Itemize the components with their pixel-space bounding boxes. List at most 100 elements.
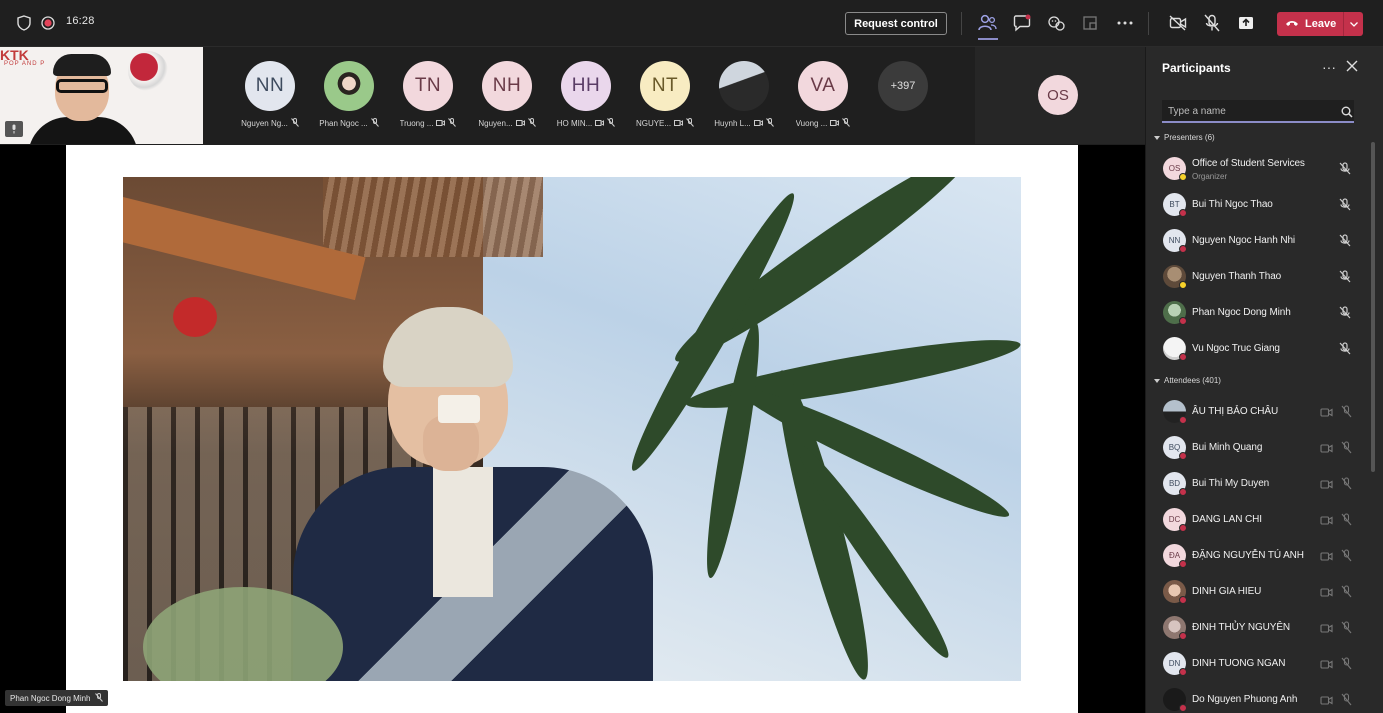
participant-tile[interactable]: HH HO MIN... — [553, 61, 619, 131]
reactions-icon[interactable] — [1044, 11, 1068, 35]
participant-row[interactable]: Nguyen Thanh Thao — [1146, 260, 1370, 294]
participant-row[interactable]: OS Office of Student Services Organizer — [1146, 152, 1370, 186]
panel-scrollbar[interactable] — [1371, 142, 1375, 472]
participant-name: ĐẶNG NGUYỄN TÚ ANH — [1192, 550, 1304, 561]
close-icon[interactable] — [1346, 59, 1360, 73]
participant-name: ĐINH THỦY NGUYÊN — [1192, 622, 1291, 633]
shield-icon[interactable] — [14, 13, 34, 33]
participant-row[interactable]: BT Bui Thi Ngoc Thao — [1146, 188, 1370, 222]
mic-off-icon[interactable] — [1200, 11, 1224, 35]
microphone — [438, 395, 480, 423]
participant-row[interactable]: ĐA ĐẶNG NGUYỄN TÚ ANH — [1146, 539, 1370, 573]
participants-icon[interactable] — [975, 11, 999, 35]
participant-row[interactable]: BD Bui Thi My Duyen — [1146, 467, 1370, 501]
mic-off-icon — [370, 118, 379, 129]
organizer-tile[interactable]: OS — [975, 47, 1145, 144]
avatar — [1163, 580, 1187, 604]
participant-name: Truong ... — [399, 119, 434, 128]
participant-row[interactable]: Do Nguyen Phuong Anh — [1146, 683, 1370, 713]
camera-off-icon — [1320, 657, 1333, 670]
avatar: BD — [1163, 472, 1187, 496]
participant-name: Phan Ngoc Dong Minh — [1192, 307, 1291, 318]
participant-row[interactable]: Phan Ngoc Dong Minh — [1146, 296, 1370, 330]
camera-off-icon — [1320, 693, 1333, 706]
mic-muted-icon — [5, 121, 23, 137]
participant-tile[interactable]: NH Nguyen... — [474, 61, 540, 131]
avatar: NT — [640, 61, 690, 111]
panel-title: Participants — [1162, 61, 1231, 75]
participant-row[interactable]: BQ Bui Minh Quang — [1146, 431, 1370, 465]
participant-tile[interactable]: NT NGUYE... — [632, 61, 698, 131]
participant-row[interactable]: DC DANG LAN CHI — [1146, 503, 1370, 537]
leave-label: Leave — [1305, 18, 1337, 30]
request-control-button[interactable]: Request control — [845, 12, 947, 35]
avatar — [1163, 337, 1187, 361]
participant-name: NGUYE... — [635, 119, 672, 128]
participant-row[interactable]: ĐINH THỦY NGUYÊN — [1146, 611, 1370, 645]
chat-icon[interactable] — [1010, 11, 1034, 35]
participant-tile[interactable]: TN Truong ... — [395, 61, 461, 131]
avatar: HH — [561, 61, 611, 111]
participant-name: DINH TUONG NGAN — [1192, 658, 1286, 669]
avatar — [719, 61, 769, 111]
participant-row[interactable]: DINH GIA HIEU — [1146, 575, 1370, 609]
avatar: OS — [1038, 75, 1078, 115]
mic-off-icon — [1339, 162, 1352, 175]
rooms-icon[interactable] — [1078, 11, 1102, 35]
mic-off-icon — [290, 118, 299, 129]
attendees-section-header[interactable]: Attendees (401) — [1154, 376, 1221, 385]
person-body — [28, 117, 138, 144]
participants-panel: Participants ··· Presenters (6) OS Offic… — [1145, 47, 1383, 713]
mic-off-icon — [686, 118, 694, 129]
avatar — [1163, 616, 1187, 640]
mic-off-icon — [765, 118, 774, 129]
participant-name: Nguyen... — [478, 119, 513, 128]
mic-off-icon — [527, 118, 536, 129]
camera-off-icon — [1320, 477, 1333, 490]
search-input[interactable] — [1168, 103, 1328, 119]
chevron-down-icon — [1154, 133, 1160, 142]
participant-tile[interactable]: VA Vuong ... — [790, 61, 856, 131]
share-screen-icon[interactable] — [1234, 11, 1258, 35]
mic-off-icon — [1339, 306, 1352, 319]
presenters-section-header[interactable]: Presenters (6) — [1154, 133, 1215, 142]
participant-tile[interactable]: Phan Ngoc ... — [316, 61, 382, 131]
camera-off-icon — [436, 119, 446, 129]
participant-tile[interactable]: Huynh L... — [711, 61, 777, 131]
mic-off-icon — [1341, 621, 1354, 634]
camera-off-icon — [1320, 549, 1333, 562]
camera-off-icon[interactable] — [1166, 11, 1190, 35]
camera-off-icon — [1320, 621, 1333, 634]
avatar: VA — [798, 61, 848, 111]
chevron-down-icon[interactable] — [1343, 12, 1363, 36]
participant-row[interactable]: NN Nguyen Ngoc Hanh Nhi — [1146, 224, 1370, 258]
mic-off-icon — [1341, 693, 1354, 706]
participant-row[interactable]: Vu Ngoc Truc Giang — [1146, 332, 1370, 366]
camera-off-icon — [1320, 513, 1333, 526]
more-options-icon[interactable]: ··· — [1322, 59, 1336, 75]
person-cap — [383, 307, 513, 387]
participant-name: Nguyen Ngoc Hanh Nhi — [1192, 235, 1296, 246]
mic-off-icon — [94, 692, 103, 704]
participant-row[interactable]: ÂU THỊ BẢO CHÂU — [1146, 395, 1370, 429]
avatar: DC — [1163, 508, 1187, 532]
mic-off-icon — [1341, 477, 1354, 490]
self-video-tile[interactable]: KTK POP AND P — [0, 47, 203, 144]
leave-button[interactable]: Leave — [1277, 12, 1363, 36]
more-actions-icon[interactable] — [1113, 11, 1137, 35]
participant-row[interactable]: DN DINH TUONG NGAN — [1146, 647, 1370, 681]
person-hand — [423, 415, 479, 471]
avatar: OS — [1163, 157, 1187, 181]
mic-off-icon — [1339, 198, 1352, 211]
more-participants-badge[interactable]: +397 — [878, 61, 928, 111]
participant-name: HO MIN... — [556, 119, 593, 128]
search-field[interactable] — [1162, 100, 1354, 123]
mic-off-icon — [1341, 441, 1354, 454]
mic-off-icon — [1341, 585, 1354, 598]
search-icon[interactable] — [1341, 105, 1353, 118]
recording-icon — [38, 13, 58, 33]
participant-name: Bui Minh Quang — [1192, 442, 1263, 453]
camera-off-icon — [830, 119, 840, 129]
mic-off-icon — [842, 118, 851, 129]
participant-tile[interactable]: NN Nguyen Ng... — [237, 61, 303, 131]
